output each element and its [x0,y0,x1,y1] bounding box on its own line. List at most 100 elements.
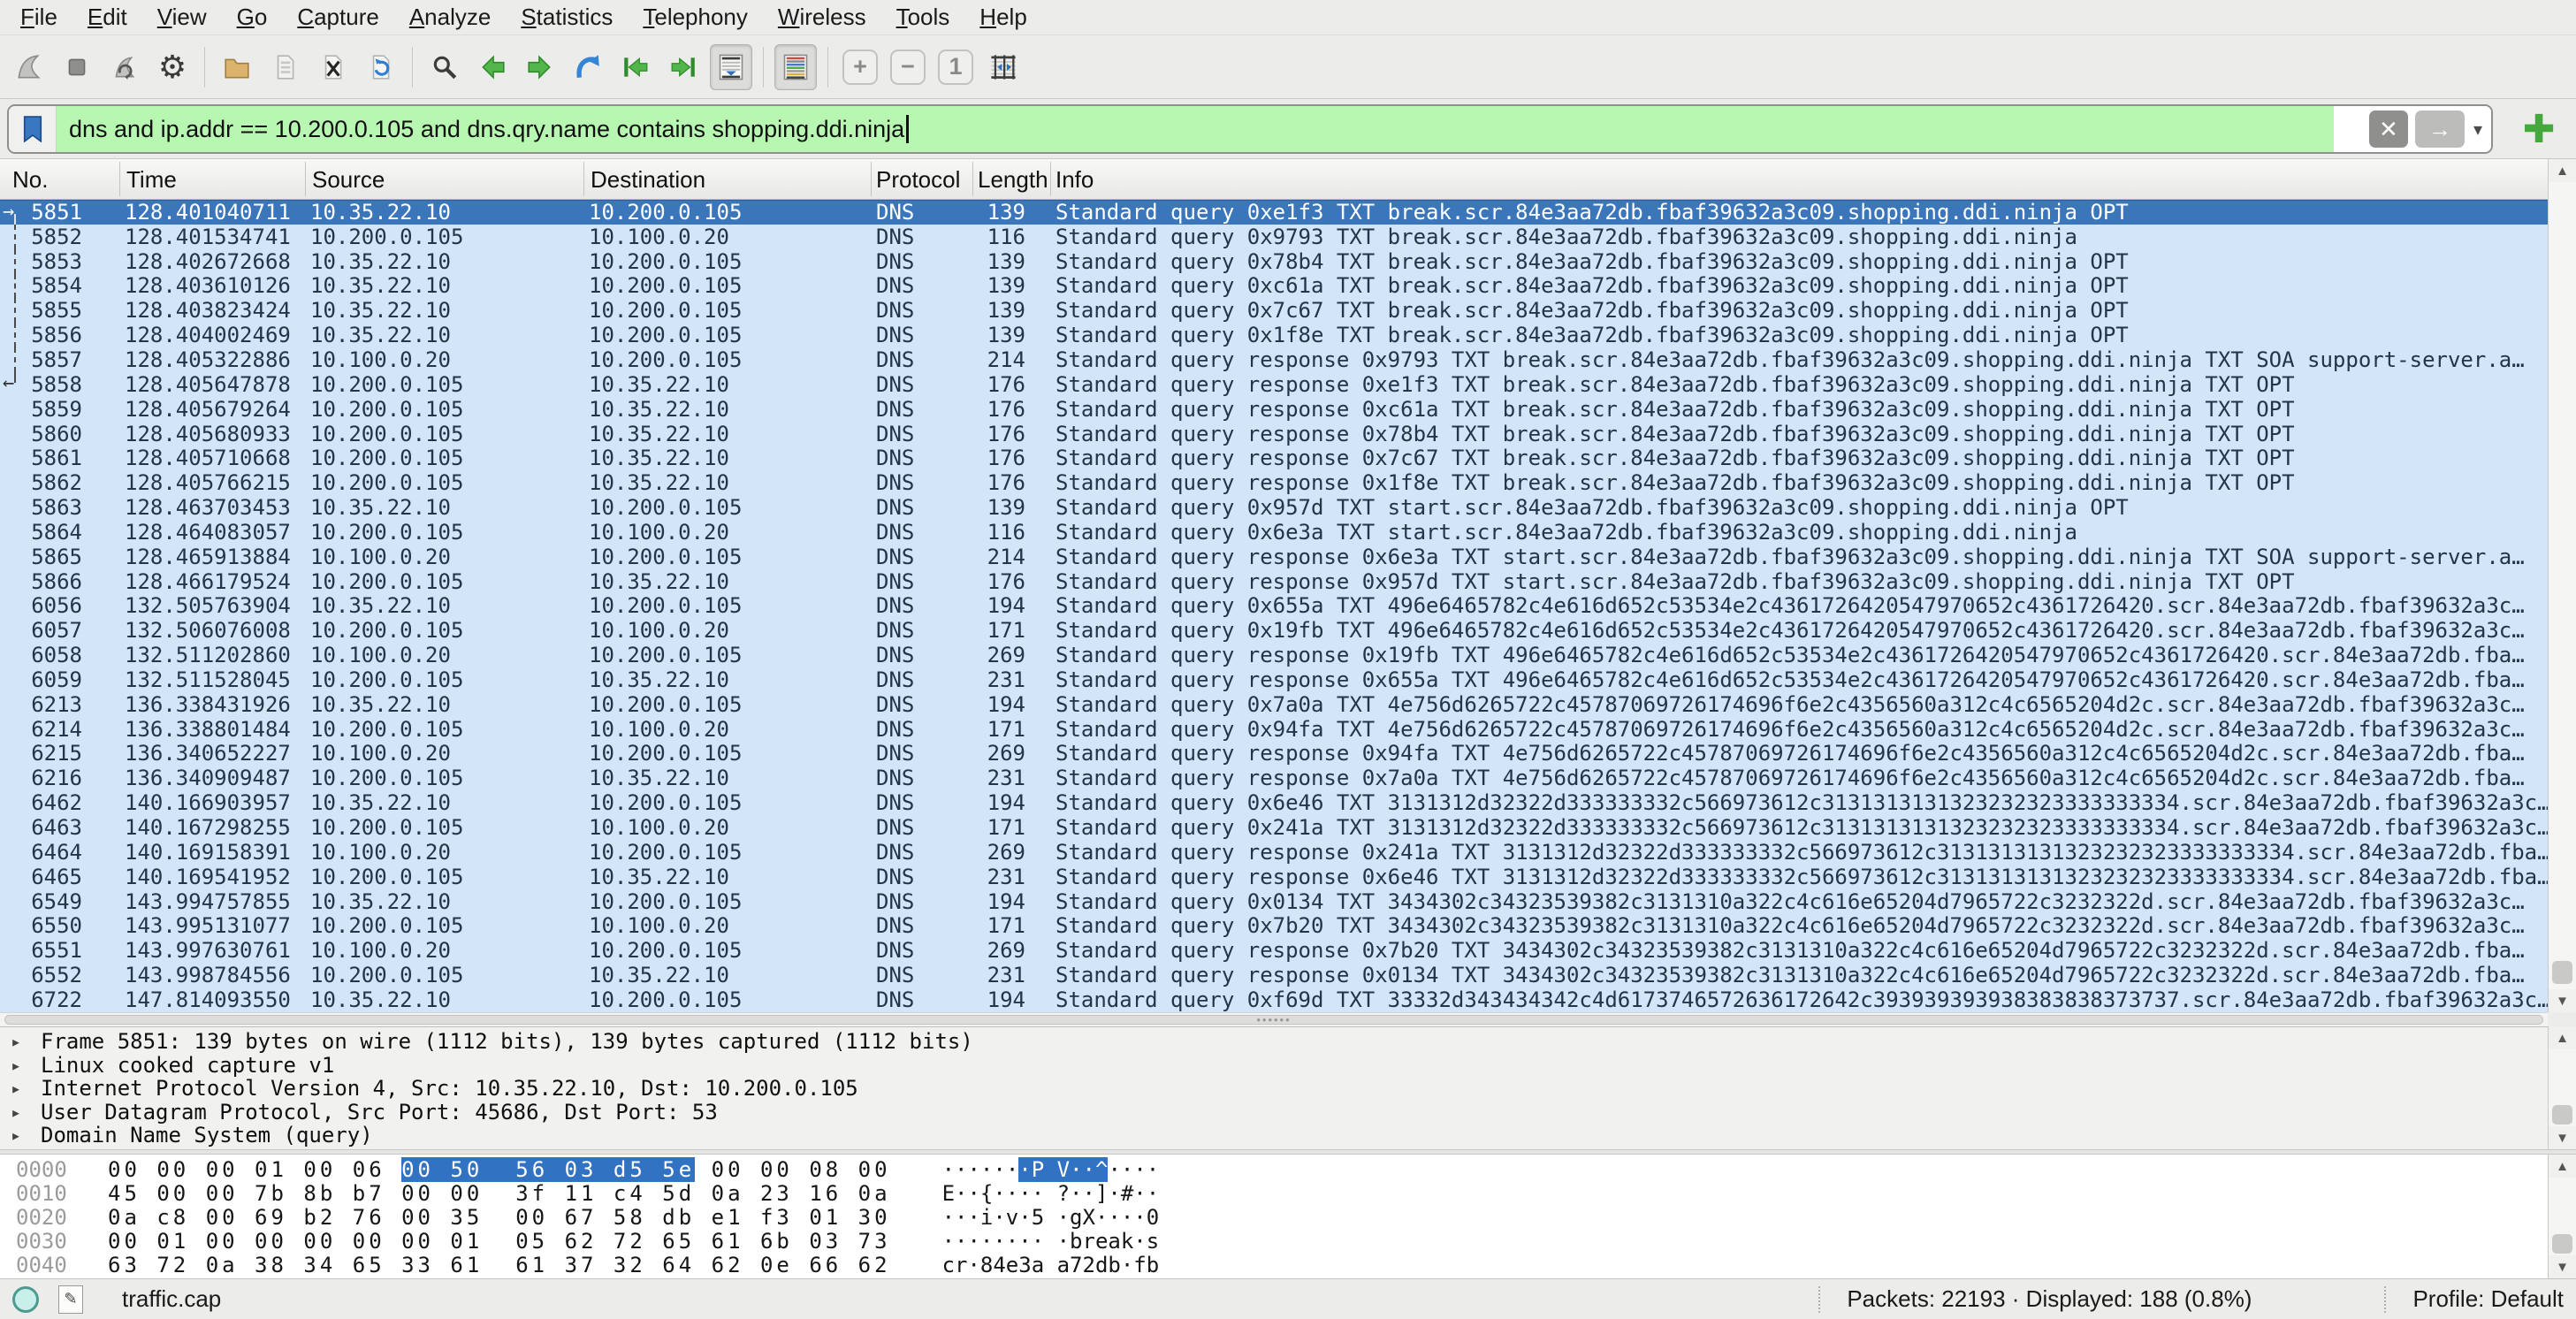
filter-bookmark-button[interactable] [9,106,57,152]
open-file-button[interactable] [216,44,258,90]
colorize-packets-button[interactable] [774,44,817,90]
packet-row[interactable]: 5855 128.403823424 10.35.22.10 10.200.0.… [0,298,2548,323]
display-filter-field[interactable]: dns and ip.addr == 10.200.0.105 and dns.… [7,104,2493,154]
menu-item[interactable]: Help [964,2,1041,33]
packet-row[interactable]: 6214 136.338801484 10.200.0.105 10.100.0… [0,717,2548,742]
packet-row[interactable]: 5860 128.405680933 10.200.0.105 10.35.22… [0,422,2548,446]
menu-item[interactable]: Capture [282,2,394,33]
packet-row[interactable]: 6463 140.167298255 10.200.0.105 10.100.0… [0,815,2548,840]
expand-triangle-icon[interactable] [11,1055,41,1076]
packet-row[interactable]: 5863 128.463703453 10.35.22.10 10.200.0.… [0,495,2548,520]
packet-row[interactable]: 5859 128.405679264 10.200.0.105 10.35.22… [0,397,2548,422]
profile-label[interactable]: Profile: Default [2412,1285,2564,1313]
capture-comment-icon[interactable]: ✎ [58,1285,83,1314]
packet-row[interactable]: 6462 140.166903957 10.35.22.10 10.200.0.… [0,790,2548,815]
hex-row[interactable]: 0020 0a c8 00 69 b2 76 00 35 00 67 58 db… [16,1205,2576,1229]
expand-triangle-icon[interactable] [11,1078,41,1099]
zoom-out-button[interactable]: − [887,44,929,90]
reload-file-button[interactable] [359,44,401,90]
filter-input[interactable]: dns and ip.addr == 10.200.0.105 and dns.… [57,106,2334,152]
detail-row[interactable]: Internet Protocol Version 4, Src: 10.35.… [11,1077,2576,1101]
column-destination[interactable]: Destination [591,166,705,194]
packet-row[interactable]: 5865 128.465913884 10.100.0.20 10.200.0.… [0,545,2548,569]
hex-row[interactable]: 0030 00 01 00 00 00 00 00 01 05 62 72 65… [16,1229,2576,1253]
column-length[interactable]: Length [978,166,1048,194]
hex-vscrollbar[interactable]: ▲ ▼ [2548,1155,2576,1278]
hex-row[interactable]: 0010 45 00 00 7b 8b b7 00 00 3f 11 c4 5d… [16,1181,2576,1205]
column-divider[interactable] [119,162,120,196]
packet-row[interactable]: 6056 132.505763904 10.35.22.10 10.200.0.… [0,594,2548,619]
scrollbar-thumb[interactable] [2552,961,2572,984]
find-packet-button[interactable] [423,44,466,90]
packet-row[interactable]: 6216 136.340909487 10.200.0.105 10.35.22… [0,766,2548,790]
menu-item[interactable]: Telephony [628,2,763,33]
capture-options-button[interactable]: ⚙ [151,44,194,90]
expand-triangle-icon[interactable] [11,1031,41,1052]
close-file-button[interactable] [311,44,354,90]
packet-row[interactable]: 5853 128.402672668 10.35.22.10 10.200.0.… [0,249,2548,274]
packet-row[interactable]: 5866 128.466179524 10.200.0.105 10.35.22… [0,569,2548,594]
packet-row[interactable]: 6465 140.169541952 10.200.0.105 10.35.22… [0,865,2548,889]
packet-row[interactable]: 5851 128.401040711 10.35.22.10 10.200.0.… [0,200,2548,225]
go-back-button[interactable] [471,44,514,90]
zoom-100-button[interactable]: 1 [934,44,977,90]
scroll-down-icon[interactable]: ▼ [2549,1126,2576,1149]
column-protocol[interactable]: Protocol [876,166,960,194]
detail-row[interactable]: User Datagram Protocol, Src Port: 45686,… [11,1101,2576,1125]
packet-row[interactable]: 5852 128.401534741 10.200.0.105 10.100.0… [0,225,2548,249]
column-time[interactable]: Time [126,166,177,194]
resize-columns-button[interactable] [982,44,1025,90]
hex-row[interactable]: 0040 63 72 0a 38 34 65 33 61 61 37 32 64… [16,1253,2576,1277]
stop-capture-button[interactable] [56,44,98,90]
packet-row[interactable]: 5857 128.405322886 10.100.0.20 10.200.0.… [0,347,2548,372]
expand-triangle-icon[interactable] [11,1102,41,1123]
column-divider[interactable] [305,162,306,196]
filter-add-button[interactable]: ✚ [2516,106,2562,152]
filter-dropdown-button[interactable]: ▾ [2472,118,2484,141]
packet-row[interactable]: 6552 143.998784556 10.200.0.105 10.35.22… [0,963,2548,987]
packet-row[interactable]: 5862 128.405766215 10.200.0.105 10.35.22… [0,470,2548,495]
menu-item[interactable]: Go [222,2,283,33]
packet-row[interactable]: 6059 132.511528045 10.200.0.105 10.35.22… [0,667,2548,692]
scroll-down-icon[interactable]: ▼ [2549,1255,2576,1278]
scrollbar-thumb[interactable] [2552,1234,2572,1254]
expand-triangle-icon[interactable] [11,1125,41,1146]
packet-row[interactable]: 5856 128.404002469 10.35.22.10 10.200.0.… [0,323,2548,347]
column-divider[interactable] [972,162,973,196]
column-divider[interactable] [871,162,872,196]
column-divider[interactable] [583,162,584,196]
packet-row[interactable]: 6464 140.169158391 10.100.0.20 10.200.0.… [0,840,2548,865]
scrollbar-thumb[interactable] [2552,1105,2572,1125]
go-forward-button[interactable] [519,44,561,90]
zoom-in-button[interactable]: + [839,44,881,90]
scroll-up-icon[interactable]: ▲ [2549,1155,2576,1178]
column-info[interactable]: Info [1056,166,1094,194]
menu-item[interactable]: Statistics [506,2,628,33]
packet-row[interactable]: 6722 147.814093550 10.35.22.10 10.200.0.… [0,987,2548,1012]
packet-row[interactable]: 6215 136.340652227 10.100.0.20 10.200.0.… [0,742,2548,766]
scroll-up-icon[interactable]: ▲ [2549,1026,2576,1049]
menu-item[interactable]: Edit [72,2,142,33]
packet-row[interactable]: 6213 136.338431926 10.35.22.10 10.200.0.… [0,692,2548,717]
packet-row[interactable]: 6057 132.506076008 10.200.0.105 10.100.0… [0,618,2548,643]
packet-row[interactable]: 6058 132.511202860 10.100.0.20 10.200.0.… [0,643,2548,667]
hex-row[interactable]: 0000 00 00 00 01 00 06 00 50 56 03 d5 5e… [16,1157,2576,1181]
packet-list-hscrollbar[interactable]: •••••• [0,1012,2548,1026]
scroll-up-icon[interactable]: ▲ [2549,159,2576,182]
packet-row[interactable]: 5854 128.403610126 10.35.22.10 10.200.0.… [0,274,2548,299]
filter-clear-button[interactable]: ✕ [2369,111,2408,148]
packet-row[interactable]: 6549 143.994757855 10.35.22.10 10.200.0.… [0,889,2548,914]
filter-apply-button[interactable]: → [2415,111,2465,148]
detail-row[interactable]: Frame 5851: 139 bytes on wire (1112 bits… [11,1030,2576,1054]
auto-scroll-button[interactable] [710,44,752,90]
detail-row[interactable]: Domain Name System (query) [11,1124,2576,1147]
menu-item[interactable]: Wireless [763,2,881,33]
menu-item[interactable]: Analyze [394,2,507,33]
go-to-packet-button[interactable] [567,44,609,90]
packet-row[interactable]: 5864 128.464083057 10.200.0.105 10.100.0… [0,520,2548,545]
menu-item[interactable]: View [142,2,222,33]
packet-list-vscrollbar[interactable]: ▲ ▼ [2548,159,2576,1012]
scroll-down-icon[interactable]: ▼ [2549,989,2576,1012]
save-file-button[interactable] [263,44,306,90]
last-packet-button[interactable] [662,44,705,90]
